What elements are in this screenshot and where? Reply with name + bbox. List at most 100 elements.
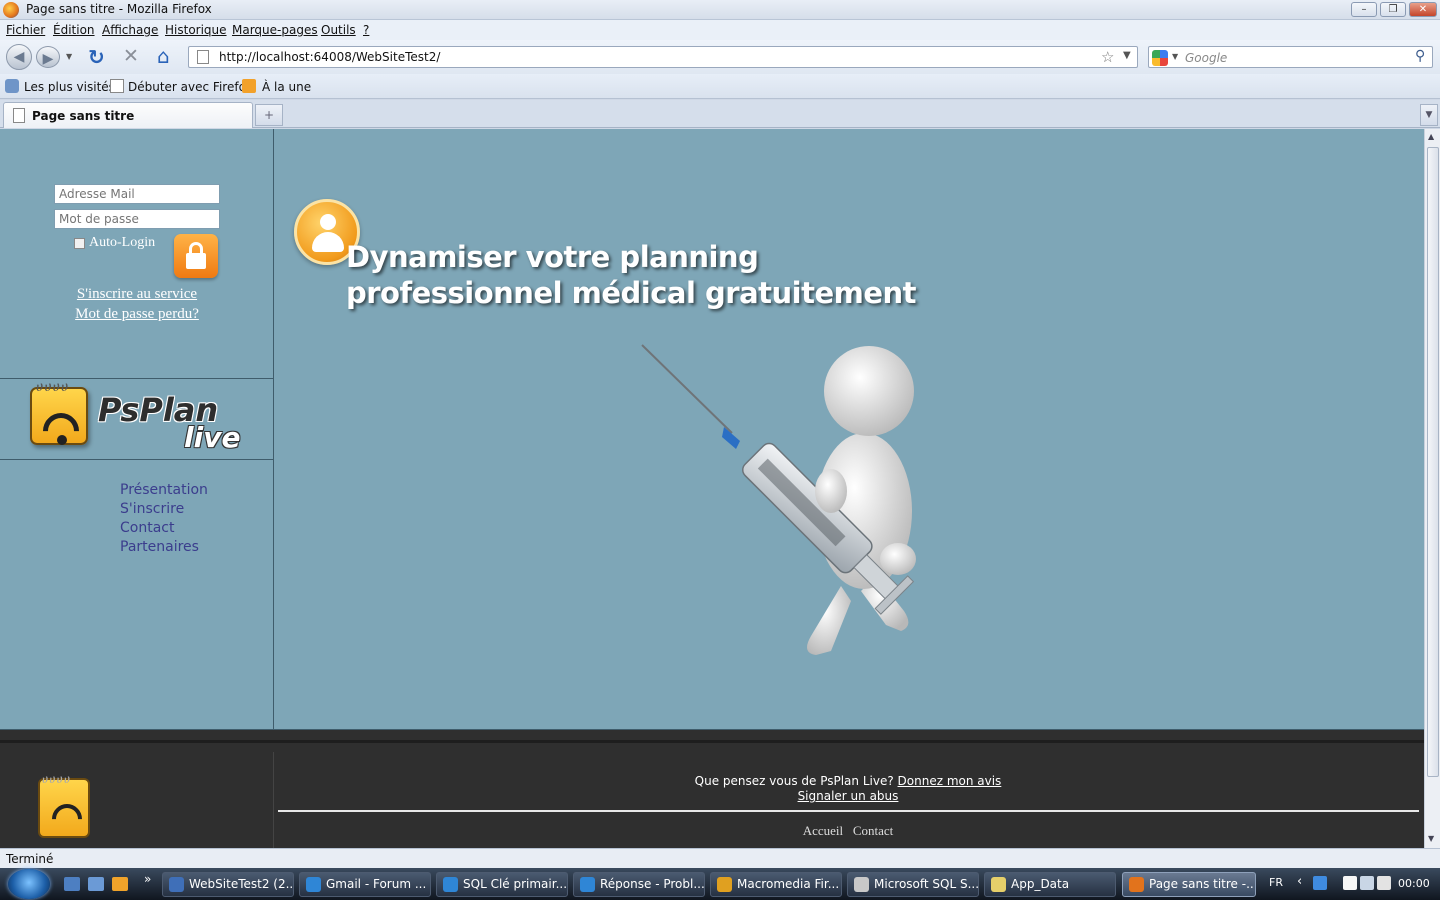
page-icon [13,108,25,123]
footer-links: Accueil Contact [278,823,1418,839]
url-text[interactable]: http://localhost:64008/WebSiteTest2/ [219,50,440,64]
media-player-icon[interactable] [112,877,128,891]
forward-button[interactable]: ▶ [36,46,60,68]
new-tab-button[interactable]: + [255,104,283,126]
footer-link-contact[interactable]: Contact [853,823,893,838]
menu-historique[interactable]: Historique [165,23,227,37]
menu-outils[interactable]: Outils [321,23,356,37]
stop-icon[interactable]: ✕ [123,45,139,67]
start-button[interactable] [8,869,50,899]
url-bar[interactable]: http://localhost:64008/WebSiteTest2/ ☆ ▼ [188,46,1138,68]
minimize-button[interactable]: – [1351,2,1377,17]
menu-fichier[interactable]: Fichier [6,23,45,37]
page-footer: ሀሀሀሀ Que pensez vous de PsPlan Live? Don… [0,729,1424,848]
task-macromedia[interactable]: Macromedia Fir... [710,872,842,897]
menu-bar: Fichier Édition Affichage Historique Mar… [0,20,1440,40]
vertical-scrollbar[interactable]: ▲ ▼ [1424,129,1440,848]
url-dropdown-icon[interactable]: ▼ [1123,50,1131,61]
wifi-dot [57,435,67,445]
scroll-up-icon[interactable]: ▲ [1428,132,1434,141]
search-bar[interactable]: ▼ Google ⚲ [1148,46,1433,68]
task-sql-cle[interactable]: SQL Clé primair... [436,872,568,897]
menu-help[interactable]: ? [363,23,369,37]
tray-expand-icon[interactable]: ‹ [1297,874,1302,889]
menu-affichage[interactable]: Affichage [102,23,158,37]
firefox-logo-icon [3,2,19,18]
engine-dropdown-icon[interactable]: ▼ [1172,52,1178,61]
feedback-link[interactable]: Donnez mon avis [898,774,1002,788]
tab-page-sans-titre[interactable]: Page sans titre [3,102,253,128]
register-link[interactable]: S'inscrire au service [0,286,274,303]
history-dropdown-icon[interactable]: ▼ [66,52,72,61]
device-icon[interactable] [1343,876,1357,890]
visual-studio-icon [169,877,184,892]
task-label: Macromedia Fir... [737,877,840,891]
nav-contact[interactable]: Contact [120,520,174,536]
lost-password-link[interactable]: Mot de passe perdu? [0,306,274,323]
clock[interactable]: 00:00 [1398,877,1430,890]
navigation-toolbar: ◀ ▶ ▼ ↻ ✕ ⌂ http://localhost:64008/WebSi… [0,40,1440,74]
rss-feed-icon [242,79,256,93]
hero-title: Dynamiser votre planning professionnel m… [346,239,917,311]
user-icon-body [312,232,344,252]
task-label: SQL Clé primair... [463,877,568,891]
switch-windows-icon[interactable] [88,877,104,891]
bookmark-most-visited[interactable]: Les plus visités [24,80,115,94]
window-title: Page sans titre - Mozilla Firefox [26,2,212,16]
footer-rule [278,810,1419,812]
feedback-line: Que pensez vous de PsPlan Live? Donnez m… [278,774,1418,788]
bookmarks-toolbar: Les plus visités Débuter avec Firefox À … [0,74,1440,99]
task-sql-server[interactable]: Microsoft SQL S... [847,872,979,897]
search-icon[interactable]: ⚲ [1415,48,1425,64]
reload-icon[interactable]: ↻ [88,45,105,69]
network-icon[interactable] [1313,876,1327,890]
task-gmail[interactable]: Gmail - Forum ... [299,872,431,897]
divider [0,459,273,460]
task-label: Microsoft SQL S... [874,877,979,891]
tab-strip: Page sans titre + ▼ [0,100,1440,128]
scroll-down-icon[interactable]: ▼ [1428,834,1434,843]
show-desktop-icon[interactable] [64,877,80,891]
password-field[interactable] [54,209,220,229]
nav-presentation[interactable]: Présentation [120,482,208,498]
task-firefox-page[interactable]: Page sans titre -... [1122,872,1256,897]
left-panel: Auto-Login S'inscrire au service Mot de … [0,129,274,729]
checkbox-box[interactable] [74,238,85,249]
most-visited-icon [5,79,19,93]
binder-rings: ሀሀሀሀ [42,772,72,786]
scrollbar-thumb[interactable] [1427,147,1439,777]
menu-edition[interactable]: Édition [53,23,95,37]
back-button[interactable]: ◀ [6,44,32,70]
footer-link-accueil[interactable]: Accueil [803,823,843,838]
wifi-icon [35,405,87,457]
task-reponse[interactable]: Réponse - Probl... [573,872,705,897]
search-placeholder[interactable]: Google [1185,51,1227,65]
bookmark-headlines[interactable]: À la une [262,80,311,94]
feedback-question: Que pensez vous de PsPlan Live? [694,774,894,788]
footer-band [0,740,1424,743]
bookmark-star-icon[interactable]: ☆ [1101,48,1114,66]
menu-marque-pages[interactable]: Marque-pages [232,23,318,37]
email-field[interactable] [54,184,220,204]
task-websitetest2[interactable]: WebSiteTest2 (2... [162,872,294,897]
language-indicator[interactable]: FR [1269,876,1283,889]
bookmark-getting-started[interactable]: Débuter avec Firefox [128,80,253,94]
quicklaunch-more-icon[interactable]: » [144,872,151,886]
task-label: Réponse - Probl... [600,877,705,891]
sql-server-icon [854,877,869,892]
window-titlebar[interactable]: Page sans titre - Mozilla Firefox – ❐ ✕ [0,0,1440,20]
google-engine-icon[interactable] [1152,50,1168,66]
nav-partenaires[interactable]: Partenaires [120,539,199,555]
home-icon[interactable]: ⌂ [157,44,170,68]
monitor-icon[interactable] [1360,876,1374,890]
psplan-logo: ሀሀሀሀ PsPlan live [28,379,258,459]
task-app-data[interactable]: App_Data [984,872,1116,897]
tab-list-icon[interactable]: ▼ [1420,104,1438,126]
maximize-button[interactable]: ❐ [1380,2,1406,17]
footer-divider [273,752,274,848]
report-abuse-link[interactable]: Signaler un abus [278,789,1418,803]
nav-inscrire[interactable]: S'inscrire [120,501,184,517]
login-button[interactable] [174,234,218,278]
volume-icon[interactable] [1377,876,1391,890]
close-button[interactable]: ✕ [1409,2,1437,17]
